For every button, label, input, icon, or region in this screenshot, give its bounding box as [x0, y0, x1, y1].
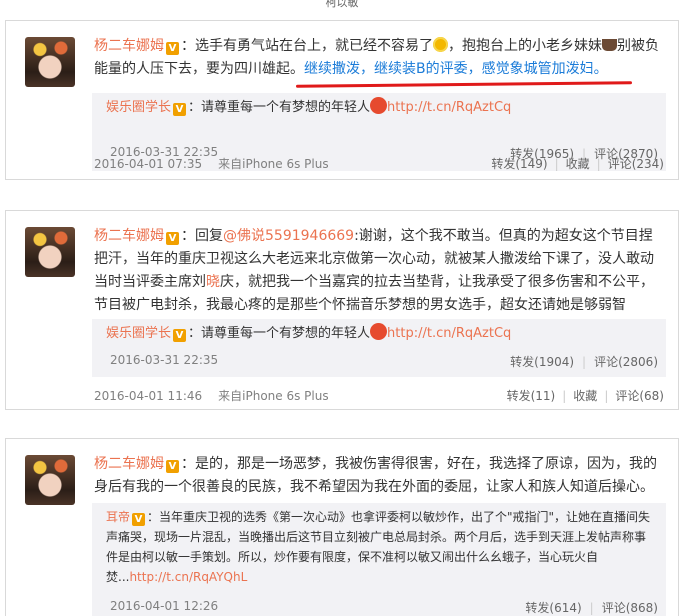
divider: |	[582, 355, 587, 369]
comment-link[interactable]: 评论(68)	[615, 389, 664, 403]
post-text: 杨二车娜姆 V ：回复@佛说5591946669:谢谢，这个我不敢当。但真的为超女这…	[94, 225, 664, 317]
repost-box: 耳帝 V ：当年重庆卫视的选秀《第一次心动》也拿评委柯以敏炒作，出了个"戒指门"，让…	[92, 503, 666, 616]
weibo-post: 杨二车娜姆 V ：回复@佛说5591946669:谢谢，这个我不敢当。但真的为超女这…	[5, 210, 679, 410]
verified-icon: V	[132, 513, 146, 526]
text-segment: ，抱抱台上的小老乡妹妹	[448, 38, 602, 54]
text-segment: ：回复	[181, 228, 223, 244]
weibo-post: 杨二车娜姆 V ：是的，那是一场恶梦，我被伤害得很害，好在，我选择了原谅，因为，我的…	[5, 438, 679, 616]
author-name[interactable]: 杨二车娜姆	[94, 38, 164, 54]
repost-text: 耳帝 V ：当年重庆卫视的选秀《第一次心动》也拿评委柯以敏炒作，出了个"戒指门"，让…	[106, 507, 656, 587]
short-link[interactable]: http://t.cn/RqAztCq	[387, 100, 511, 115]
highlighted-text: 继续撒泼，继续装B的评委，感觉象城管加泼妇。	[304, 61, 608, 77]
post-actions: 转发(11) | 收藏 | 评论(68)	[507, 387, 664, 404]
repost-text: 娱乐圈学长 V ：请尊重每一个有梦想的年轻人 http://t.cn/RqAztCq	[106, 323, 656, 344]
avatar[interactable]	[25, 455, 75, 505]
post-date[interactable]: 2016-04-01 07:35	[94, 157, 202, 171]
repost-date[interactable]: 2016-03-31 22:35	[110, 353, 218, 367]
divider: |	[589, 601, 594, 615]
divider: |	[596, 157, 601, 171]
sunflower-emoji-icon	[433, 37, 448, 52]
truncated-header-text: 柯以敏	[325, 0, 359, 9]
repost-forward-link[interactable]: 转发(1904)	[510, 355, 574, 369]
post-footer: 2016-04-01 11:46 来自iPhone 6s Plus 转发(11) |…	[94, 387, 664, 404]
repost-text: 娱乐圈学长 V ：请尊重每一个有梦想的年轻人 http://t.cn/RqAztCq	[106, 97, 656, 118]
forward-link[interactable]: 转发(11)	[507, 389, 556, 403]
text-segment: 晓	[206, 274, 220, 290]
avatar[interactable]	[25, 37, 75, 87]
author-name[interactable]: 杨二车娜姆	[94, 456, 164, 472]
post-text: 杨二车娜姆 V ：是的，那是一场恶梦，我被伤害得很害，好在，我选择了原谅，因为，我的…	[94, 453, 664, 499]
repost-author-name[interactable]: 娱乐圈学长	[106, 326, 171, 341]
repost-forward-link[interactable]: 转发(614)	[525, 601, 581, 615]
verified-icon: V	[166, 42, 179, 55]
divider: |	[562, 389, 567, 403]
text-segment: ：选手有勇气站在台上，就已经不容易了	[181, 38, 433, 54]
mention-link[interactable]: @佛说5591946669	[223, 228, 354, 244]
verified-icon: V	[173, 103, 187, 116]
angry-face-emoji-icon	[370, 323, 388, 340]
post-footer: 2016-04-01 07:35 来自iPhone 6s Plus 转发(149)…	[94, 155, 664, 172]
comment-link[interactable]: 评论(234)	[608, 157, 664, 171]
divider: |	[554, 157, 559, 171]
favorite-link[interactable]: 收藏	[566, 157, 590, 171]
favorite-link[interactable]: 收藏	[573, 389, 597, 403]
coffee-emoji-icon	[602, 39, 617, 51]
post-text: 杨二车娜姆 V ：选手有勇气站在台上，就已经不容易了 ，抱抱台上的小老乡妹妹 别被负能量…	[94, 35, 664, 81]
author-name[interactable]: 杨二车娜姆	[94, 228, 164, 244]
repost-comment-link[interactable]: 评论(868)	[602, 601, 658, 615]
short-link[interactable]: http://t.cn/RqAztCq	[387, 326, 511, 341]
repost-author-name[interactable]: 耳帝	[106, 510, 130, 524]
verified-icon: V	[173, 329, 187, 342]
avatar[interactable]	[25, 227, 75, 277]
post-actions: 转发(149) | 收藏 | 评论(234)	[491, 155, 664, 172]
divider: |	[604, 389, 609, 403]
repost-box: 娱乐圈学长 V ：请尊重每一个有梦想的年轻人 http://t.cn/RqAztCq …	[92, 319, 666, 377]
repost-date[interactable]: 2016-04-01 12:26	[110, 599, 218, 613]
verified-icon: V	[166, 232, 179, 245]
forward-link[interactable]: 转发(149)	[491, 157, 547, 171]
verified-icon: V	[166, 460, 179, 473]
post-date[interactable]: 2016-04-01 11:46	[94, 389, 202, 403]
repost-body: ：请尊重每一个有梦想的年轻人	[188, 326, 371, 341]
repost-author-name[interactable]: 娱乐圈学长	[106, 100, 171, 115]
repost-actions: 转发(614) | 评论(868)	[525, 599, 658, 616]
repost-body: ：请尊重每一个有梦想的年轻人	[188, 100, 371, 115]
short-link[interactable]: http://t.cn/RqAYQhL	[129, 570, 247, 584]
red-underline-annotation	[295, 81, 633, 88]
post-source: 来自iPhone 6s Plus	[218, 389, 329, 403]
repost-actions: 转发(1904) | 评论(2806)	[510, 353, 658, 370]
angry-face-emoji-icon	[370, 97, 388, 114]
post-source: 来自iPhone 6s Plus	[218, 157, 329, 171]
repost-comment-link[interactable]: 评论(2806)	[594, 355, 658, 369]
weibo-post: 杨二车娜姆 V ：选手有勇气站在台上，就已经不容易了 ，抱抱台上的小老乡妹妹 别被负能量…	[5, 20, 679, 180]
